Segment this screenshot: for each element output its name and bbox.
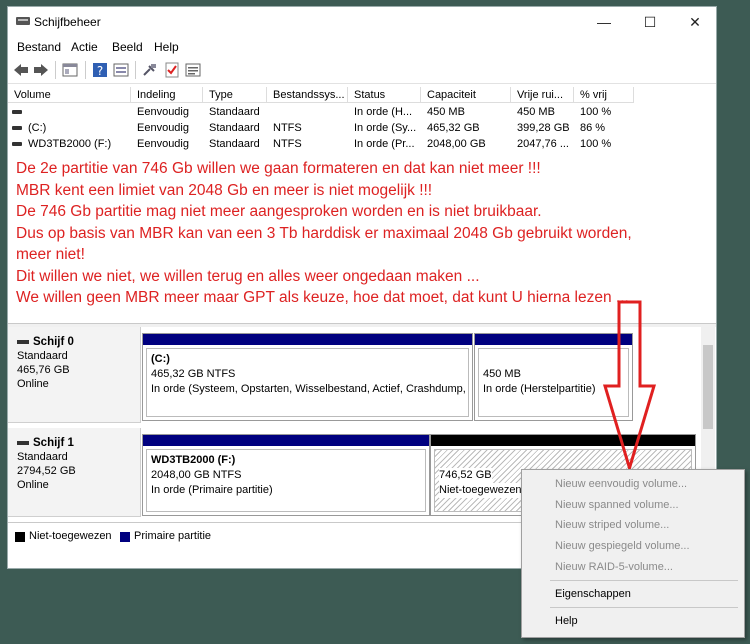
menu-new-simple-volume[interactable]: Nieuw eenvoudig volume...: [555, 478, 687, 490]
menu-new-mirrored-volume[interactable]: Nieuw gespiegeld volume...: [555, 540, 690, 552]
menu-separator: [550, 580, 738, 581]
menu-separator: [550, 607, 738, 608]
menu-properties[interactable]: Eigenschappen: [555, 588, 631, 600]
menu-new-striped-volume[interactable]: Nieuw striped volume...: [555, 519, 669, 531]
menu-new-spanned-volume[interactable]: Nieuw spanned volume...: [555, 499, 679, 511]
menu-help-item[interactable]: Help: [555, 615, 578, 627]
context-menu: Nieuw eenvoudig volume... Nieuw spanned …: [521, 469, 745, 638]
menu-new-raid5-volume[interactable]: Nieuw RAID-5-volume...: [555, 561, 673, 573]
